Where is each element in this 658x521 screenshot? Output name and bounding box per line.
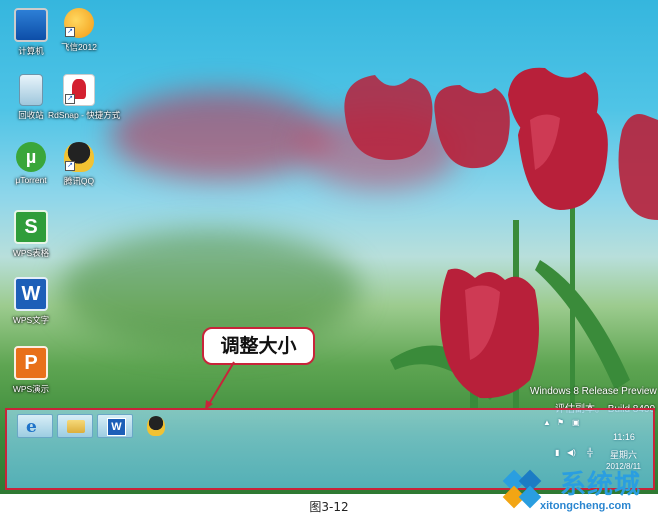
desktop: 计算机 ↗ 飞信2012 回收站 ↗ RdSnap - 快捷方式 µ μTorr… bbox=[0, 0, 658, 494]
icon-label: WPS表格 bbox=[12, 248, 50, 258]
volume-icon[interactable]: ◀) bbox=[567, 448, 576, 457]
taskbar-explorer-button[interactable] bbox=[57, 414, 93, 438]
computer-icon bbox=[14, 8, 48, 42]
icon-label: RdSnap - 快捷方式 bbox=[48, 110, 121, 120]
feixin-icon: ↗ bbox=[64, 8, 94, 38]
desktop-icon-wps-presentation[interactable]: P WPS演示 bbox=[0, 346, 62, 395]
icon-label: WPS文字 bbox=[12, 315, 50, 325]
icon-label: 飞信2012 bbox=[61, 42, 97, 52]
action-center-flag-icon[interactable]: ⚑ bbox=[557, 418, 564, 427]
network-icon[interactable]: ▮ bbox=[555, 448, 559, 457]
clock-weekday[interactable]: 星期六 bbox=[610, 448, 637, 461]
wps-spreadsheet-icon: S bbox=[14, 210, 48, 244]
qq-icon: ↗ bbox=[64, 142, 94, 172]
recycle-bin-icon bbox=[19, 74, 43, 106]
windows-edition-watermark: Windows 8 Release Preview bbox=[530, 386, 657, 397]
icon-label: 腾讯QQ bbox=[63, 176, 95, 186]
device-icon[interactable]: ▣ bbox=[572, 418, 580, 427]
icon-label: WPS演示 bbox=[12, 384, 50, 394]
callout-arrow bbox=[205, 361, 235, 410]
taskbar-word-button[interactable]: W bbox=[97, 414, 133, 438]
word-icon: W bbox=[107, 418, 126, 436]
wps-writer-icon: W bbox=[14, 277, 48, 311]
taskbar-ie-button[interactable]: e bbox=[17, 414, 53, 438]
logo-mark-icon bbox=[502, 469, 542, 509]
wallpaper-blur bbox=[110, 90, 330, 180]
clock-time[interactable]: 11:16 bbox=[613, 432, 635, 442]
logo-name: 系统城 bbox=[560, 470, 642, 500]
desktop-icon-feixin[interactable]: ↗ 飞信2012 bbox=[48, 8, 110, 53]
tray-overflow-chevron[interactable]: ▲ bbox=[543, 418, 551, 427]
desktop-icon-redsnap[interactable]: ↗ RdSnap - 快捷方式 bbox=[48, 74, 121, 121]
desktop-icon-qq[interactable]: ↗ 腾讯QQ bbox=[48, 142, 110, 187]
keyboard-icon[interactable]: ╬ bbox=[587, 448, 593, 457]
desktop-icon-wps-writer[interactable]: W WPS文字 bbox=[0, 277, 62, 326]
desktop-icon-wps-spreadsheet[interactable]: S WPS表格 bbox=[0, 210, 62, 259]
internet-explorer-icon: e bbox=[26, 417, 37, 437]
tulip-wallpaper bbox=[344, 67, 658, 410]
wps-presentation-icon: P bbox=[14, 346, 48, 380]
utorrent-icon: µ bbox=[16, 142, 46, 172]
screenshot-frame: 计算机 ↗ 飞信2012 回收站 ↗ RdSnap - 快捷方式 µ μTorr… bbox=[0, 0, 658, 494]
logo-url: xitongcheng.com bbox=[540, 500, 632, 512]
redsnap-icon: ↗ bbox=[63, 74, 95, 106]
file-explorer-icon bbox=[67, 420, 85, 433]
qq-taskbar-icon[interactable] bbox=[147, 416, 165, 436]
